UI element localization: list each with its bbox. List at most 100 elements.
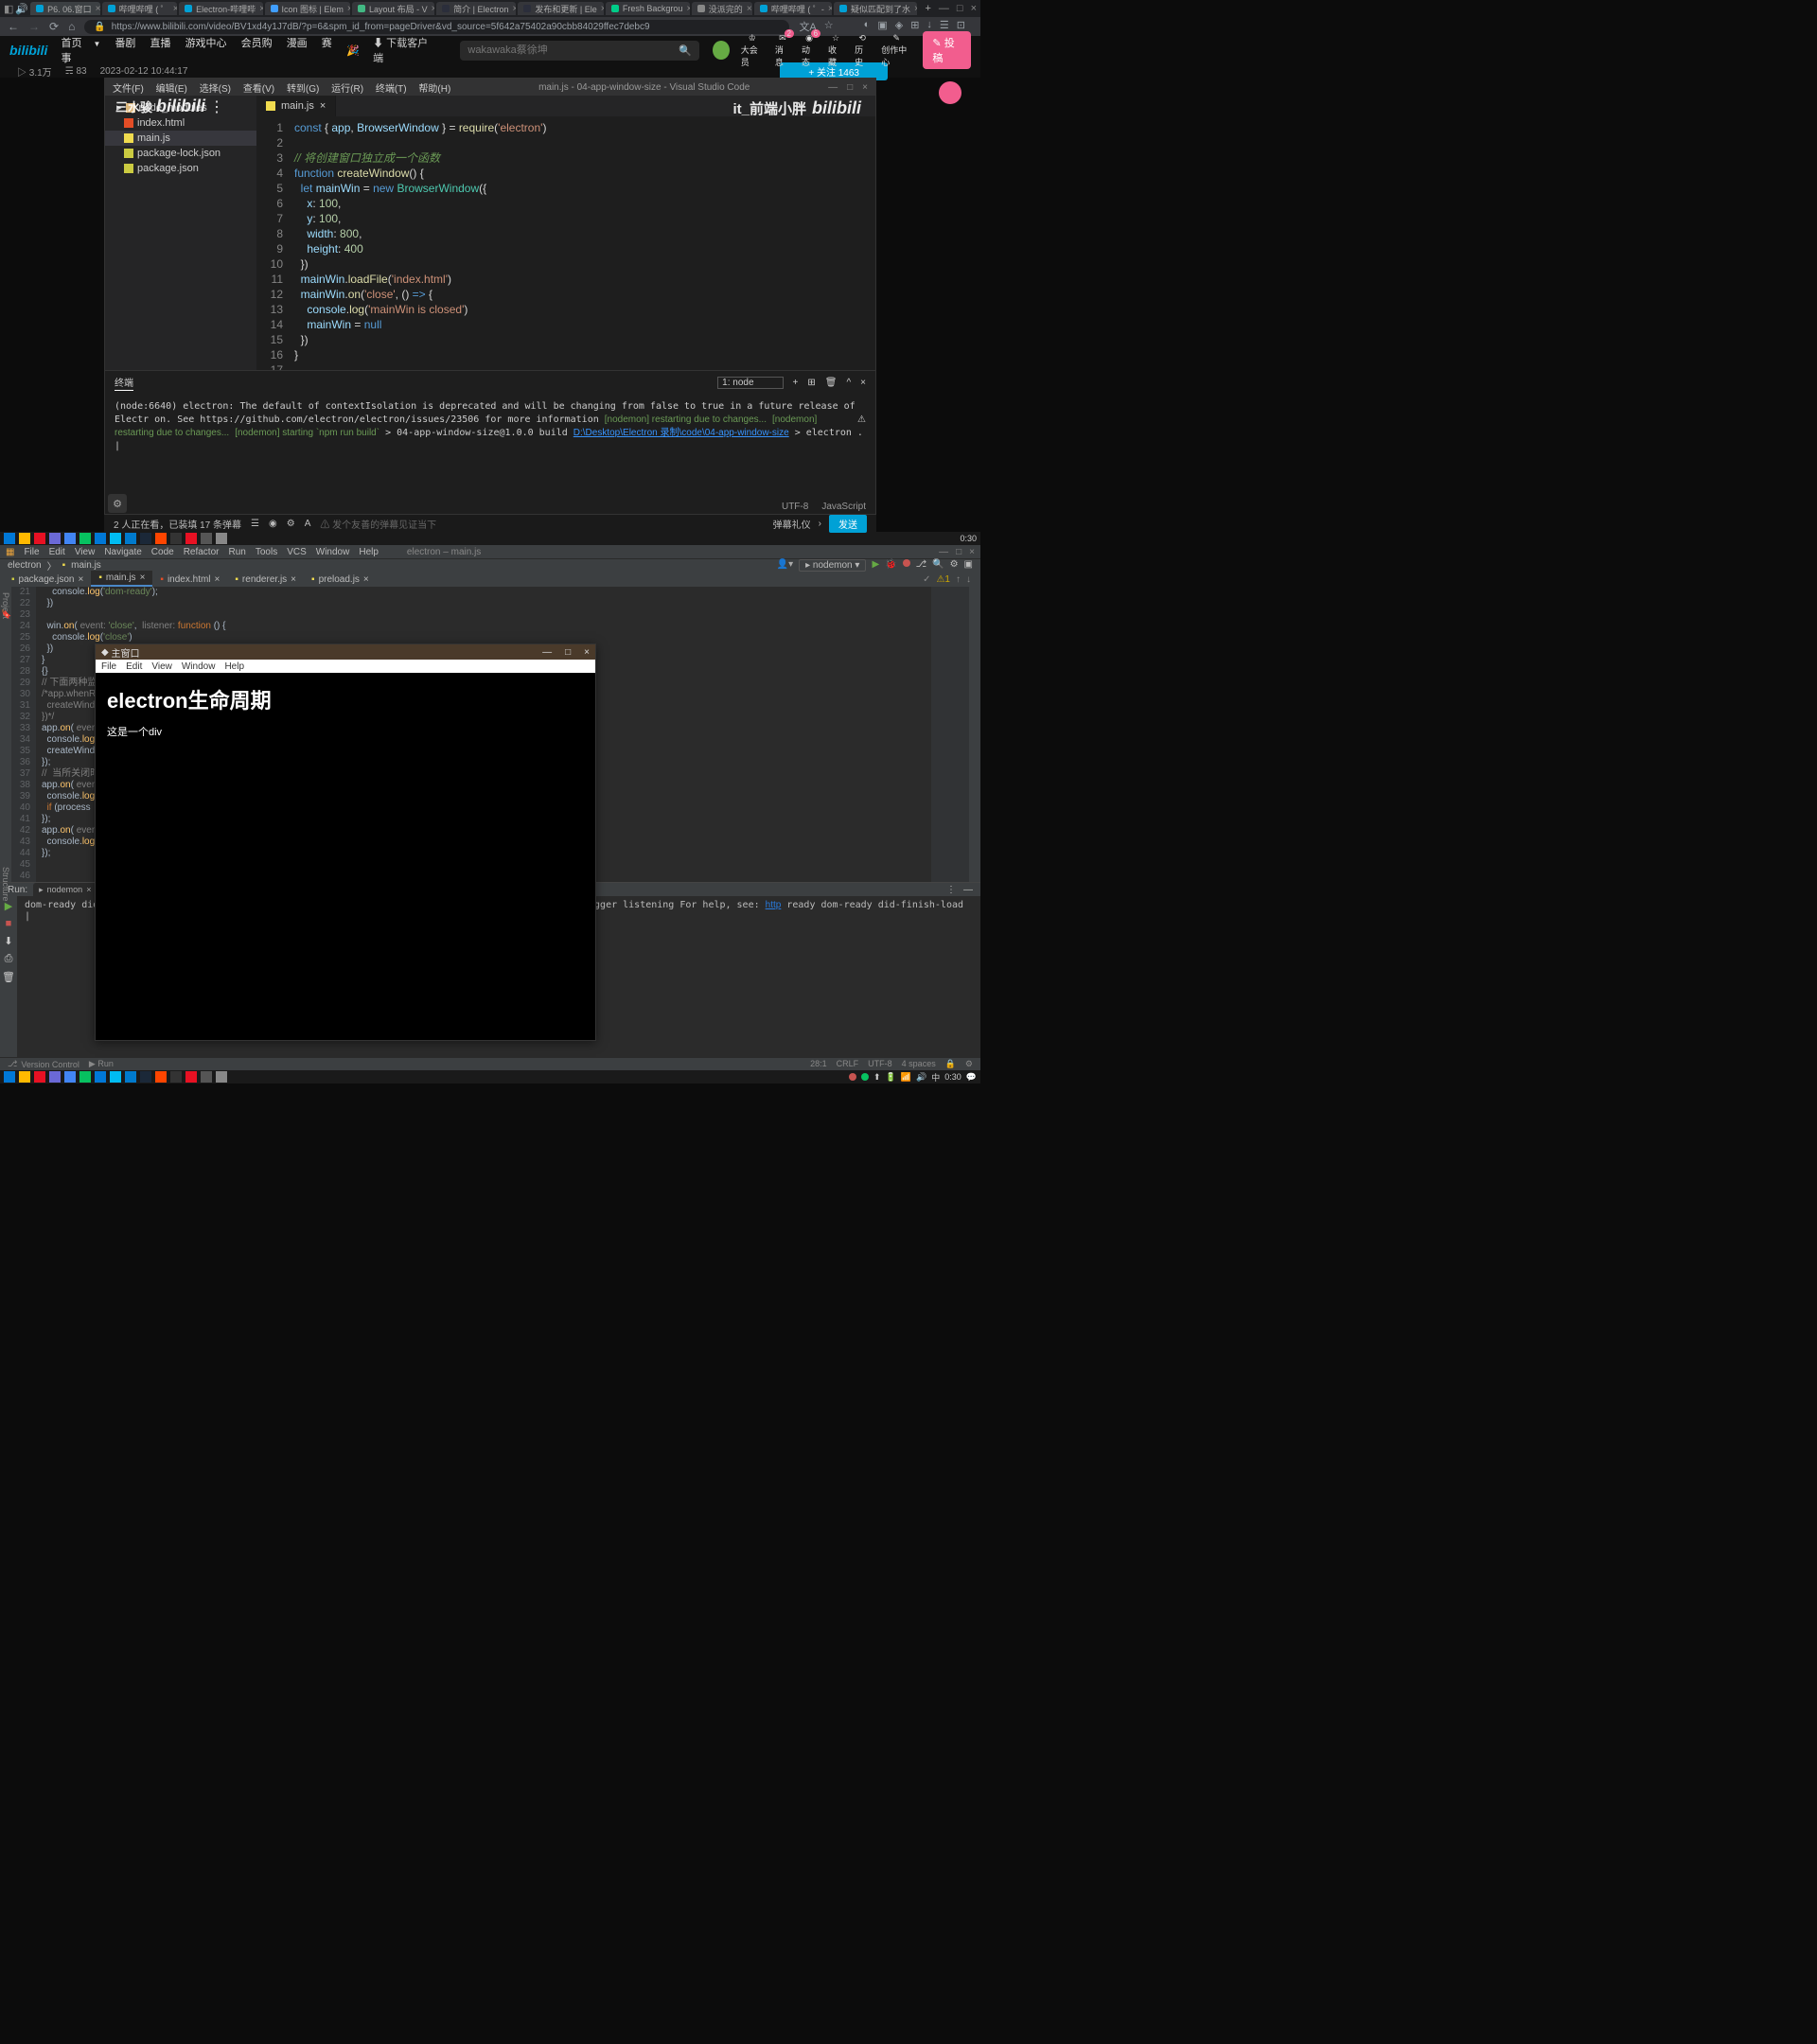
menu-edit[interactable]: Edit [126,661,142,672]
more-icon[interactable]: ▣ [964,559,973,572]
avatar[interactable] [713,41,730,60]
stop-icon[interactable] [903,559,910,567]
app-icon[interactable] [185,533,197,544]
search-input[interactable] [467,44,679,56]
forward-button[interactable]: → [28,20,40,33]
clock[interactable]: 0:30 [960,534,977,543]
app-icon[interactable] [110,533,121,544]
app-icon[interactable] [34,1071,45,1083]
tree-file[interactable]: package.json [105,161,256,176]
search-icon[interactable]: 🔍 [932,559,944,572]
terminal-output[interactable]: (node:6640) electron: The default of con… [105,395,875,499]
structure-tool[interactable]: Structure [1,867,10,876]
close-icon[interactable]: × [969,547,975,557]
menu-help[interactable]: 帮助(H) [418,84,450,95]
danmu-toggle2[interactable]: ◉ [269,519,277,529]
menu-navigate[interactable]: Navigate [104,547,141,557]
down-icon[interactable]: ⬇ [4,935,12,947]
close-icon[interactable]: × [971,3,977,14]
creator-link[interactable]: ✎创作中心 [881,33,911,68]
minimize-icon[interactable]: — [939,3,949,14]
steam-icon[interactable] [140,1071,151,1083]
menu-run[interactable]: 运行(R) [331,84,363,95]
gift-link[interactable]: 弹幕礼仪 [773,517,811,531]
maximize-icon[interactable]: □ [957,3,963,14]
notif-icon[interactable]: 💬 [966,1072,977,1083]
encoding[interactable]: UTF-8 [782,502,808,512]
search-box[interactable]: 🔍 [460,41,698,61]
version-control[interactable]: ⎇ Version Control [8,1059,79,1069]
trash-icon[interactable]: 🗑 [2,971,15,983]
browser-tab-7[interactable]: Fresh Backgrou× [606,2,690,15]
trash-icon[interactable]: 🗑 [825,378,838,388]
msg-link[interactable]: ✉消息2 [775,33,790,68]
tree-file[interactable]: index.html [105,115,256,131]
line-sep[interactable]: CRLF [837,1059,859,1069]
menu-help[interactable]: Help [359,547,379,557]
encoding[interactable]: UTF-8 [868,1059,892,1069]
send-button[interactable]: 发送 [829,515,867,533]
code-editor[interactable]: 12345678910111213141516171819 const { ap… [256,116,875,370]
close-icon[interactable]: × [96,4,100,14]
crumb-project[interactable]: electron [8,560,42,571]
menu-edit[interactable]: Edit [49,547,65,557]
ide-tab[interactable]: ▪renderer.js× [227,573,304,587]
tray-icon[interactable]: ⬆ [873,1072,881,1083]
print-icon[interactable]: ⎙ [5,953,13,965]
menu-file[interactable]: File [24,547,39,557]
tree-file[interactable]: package-lock.json [105,146,256,161]
minimap[interactable] [931,587,969,882]
app-icon[interactable] [34,533,45,544]
edge-icon[interactable] [95,1071,106,1083]
app-icon[interactable] [185,1071,197,1083]
post-button[interactable]: ✎ 投稿 [923,31,971,69]
menu-file[interactable]: 文件(F) [113,84,144,95]
lock-icon[interactable]: 🔒 [945,1059,956,1069]
home-button[interactable]: ⌂ [68,20,75,33]
rerun-icon[interactable]: ▶ [5,900,12,912]
menu-goto[interactable]: 转到(G) [287,84,319,95]
menu-refactor[interactable]: Refactor [184,547,220,557]
down-icon[interactable]: ↓ [966,574,971,585]
danmu-font[interactable]: A [305,519,311,529]
feed-link[interactable]: ◉动态6 [802,33,817,68]
minimize-icon[interactable]: — [542,647,552,658]
edge-icon[interactable] [95,533,106,544]
fav-link[interactable]: ☆收藏 [828,33,843,68]
git-icon[interactable]: ⎇ [916,559,927,572]
chrome-icon[interactable] [64,533,76,544]
run-tool[interactable]: ▶ Run [89,1059,114,1069]
start-icon[interactable] [4,1071,15,1083]
browser-tab-1[interactable]: 哔哩哔哩 ( ゜× [102,2,177,15]
browser-tab-3[interactable]: Icon 图标 | Elem× [265,2,351,15]
browser-tab-8[interactable]: 没派完的× [692,2,752,15]
run-icon[interactable]: ▶ [872,559,879,572]
assistant-icon[interactable] [939,81,961,104]
ide-tab[interactable]: ▪index.html× [152,573,227,587]
tray-icon[interactable]: 📶 [901,1072,911,1083]
cursor-pos[interactable]: 28:1 [810,1059,827,1069]
split-icon[interactable]: ⊞ [807,378,815,388]
up-icon[interactable]: ↑ [956,574,961,585]
browser-tab-10[interactable]: 疑似匹配到了水× [834,2,917,15]
start-icon[interactable] [4,533,15,544]
app-icon[interactable] [216,1071,227,1083]
tray-icon[interactable]: 🔋 [886,1072,896,1083]
danmu-toggle[interactable]: ☰ [251,519,259,529]
menu-window[interactable]: Window [182,661,216,672]
app-icon[interactable] [110,1071,121,1083]
inspection-icon[interactable]: ✓ [923,574,930,585]
close-icon[interactable]: × [862,82,868,93]
nav-game[interactable]: 游戏中心 [185,38,227,49]
term-selector[interactable]: 1: node [717,377,783,389]
terminal-tab[interactable]: 终端 [115,375,133,391]
history-link[interactable]: ⟲历史 [855,33,870,68]
danmu-settings[interactable]: ⚙ [287,519,295,529]
menu-window[interactable]: Window [316,547,350,557]
chevron-up-icon[interactable]: ^ [846,378,851,388]
crumb-file[interactable]: main.js [71,560,101,571]
ide-tab[interactable]: ▪preload.js× [304,573,377,587]
new-tab-button[interactable]: + [919,3,936,14]
reload-button[interactable]: ⟳ [49,20,59,33]
indent[interactable]: 4 spaces [902,1059,936,1069]
